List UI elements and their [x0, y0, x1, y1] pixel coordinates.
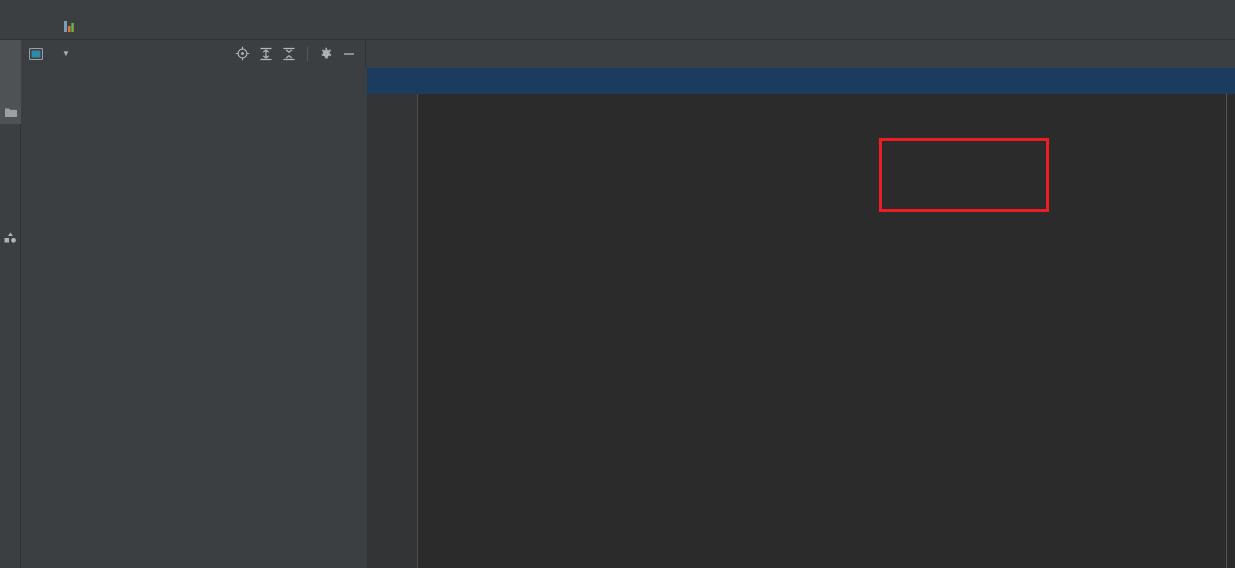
locate-icon[interactable] [235, 46, 250, 61]
properties-file-icon [63, 20, 75, 33]
toolbar-divider [307, 46, 308, 61]
project-panel-header: ▼ [21, 40, 365, 67]
project-view-icon [29, 47, 43, 61]
sidebar-item-resource-manager[interactable] [0, 130, 21, 250]
menu-bar [0, 0, 1235, 13]
right-margin-guide [1226, 94, 1227, 568]
project-tool-window: ▼ [21, 40, 366, 568]
editor-tab-bar[interactable] [367, 40, 1235, 68]
breadcrumb [0, 13, 1235, 40]
collapse-all-icon[interactable] [282, 47, 296, 61]
settings-gear-icon[interactable] [319, 47, 333, 61]
line-number-gutter [367, 94, 418, 568]
resource-manager-icon [4, 232, 17, 244]
left-tool-strip [0, 40, 21, 568]
sidebar-item-project[interactable] [0, 40, 21, 124]
hide-panel-icon[interactable] [342, 47, 356, 61]
code-editor[interactable] [367, 94, 1235, 568]
code-content[interactable] [418, 94, 1235, 568]
chevron-down-icon[interactable]: ▼ [62, 49, 70, 58]
gradle-sync-failed-banner [367, 68, 1235, 94]
project-file-tree[interactable] [21, 67, 366, 568]
android-studio-window: ▼ [0, 0, 1235, 568]
expand-all-icon[interactable] [259, 47, 273, 61]
breadcrumb-file[interactable] [63, 20, 80, 33]
project-panel-title[interactable]: ▼ [29, 47, 70, 61]
project-panel-toolbar [235, 46, 360, 61]
project-panel-icon [4, 107, 17, 118]
